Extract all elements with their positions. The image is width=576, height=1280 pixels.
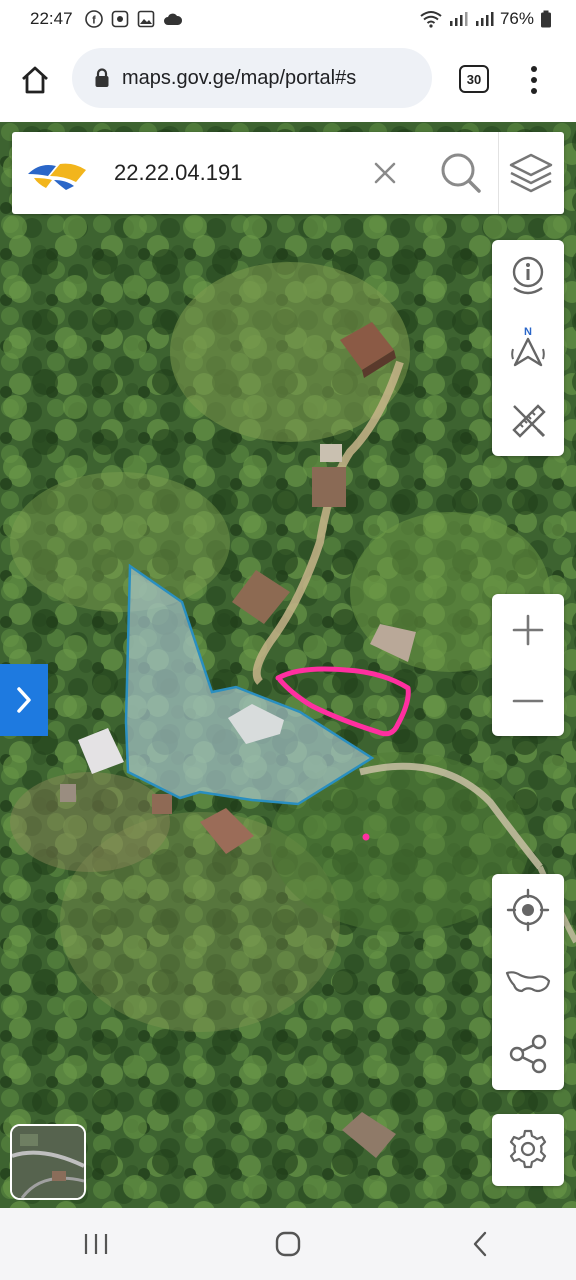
search-bar-divider: [498, 132, 499, 214]
map-canvas[interactable]: [0, 122, 576, 1208]
settings-button[interactable]: [492, 1114, 564, 1186]
locate-me-button[interactable]: [492, 874, 564, 946]
address-bar[interactable]: maps.gov.ge/map/portal#s: [72, 48, 432, 108]
settings-icon: [509, 1129, 547, 1169]
status-bar: 22:47 f 76%: [0, 0, 576, 38]
house-rooftop: [60, 784, 76, 802]
zoom-out-icon: [512, 699, 544, 702]
search-icon: [441, 153, 481, 193]
messenger-icon: [111, 10, 128, 28]
search-input[interactable]: [114, 154, 354, 192]
signal-icon: [449, 12, 468, 26]
share-icon: [509, 1034, 547, 1074]
recent-apps-button[interactable]: [66, 1214, 126, 1274]
pink-dot: [362, 833, 370, 841]
battery-icon: [541, 10, 551, 28]
locate-icon: [506, 888, 550, 932]
basemap-switcher[interactable]: [10, 1124, 86, 1200]
menu-dot: [531, 66, 537, 72]
close-icon: [374, 162, 396, 184]
map-tools-panel: N: [492, 240, 564, 456]
zoom-in-button[interactable]: [492, 594, 564, 665]
country-extent-icon: [505, 971, 551, 993]
gallery-icon: [137, 10, 154, 28]
layers-button[interactable]: [500, 146, 562, 200]
browser-toolbar: maps.gov.ge/map/portal#s 30: [0, 38, 576, 122]
home-nav-icon: [275, 1231, 301, 1257]
share-button[interactable]: [492, 1018, 564, 1090]
recent-apps-icon: [84, 1234, 108, 1254]
identify-button[interactable]: [492, 240, 564, 312]
zoom-out-button[interactable]: [492, 665, 564, 736]
tab-switcher-button[interactable]: 30: [459, 65, 489, 93]
settings-panel: [492, 1114, 564, 1186]
home-button[interactable]: [0, 38, 70, 122]
zoom-controls: [492, 594, 564, 736]
napr-logo: [12, 132, 102, 214]
url-text: maps.gov.ge/map/portal#s: [122, 66, 357, 89]
wifi-icon: [420, 11, 442, 28]
measure-button[interactable]: [492, 384, 564, 456]
system-navigation-bar: [0, 1208, 576, 1280]
notification-icons: f: [84, 10, 183, 28]
battery-level: 76%: [499, 9, 534, 28]
back-button[interactable]: [450, 1214, 510, 1274]
north-button[interactable]: N: [492, 312, 564, 384]
layers-icon: [509, 153, 553, 193]
expand-panel-button[interactable]: [0, 664, 48, 736]
facebook-icon: f: [84, 10, 103, 28]
back-icon: [473, 1231, 487, 1257]
status-time: 22:47: [30, 9, 73, 28]
location-tools-panel: [492, 874, 564, 1090]
signal-icon-2: [475, 12, 494, 26]
svg-text:f: f: [92, 15, 96, 27]
house-rooftop: [152, 794, 172, 814]
menu-dot: [531, 77, 537, 83]
zoom-in-icon: [512, 614, 544, 645]
north-arrow-icon: N: [511, 326, 545, 367]
north-label: N: [524, 326, 532, 338]
measure-icon: [512, 404, 546, 438]
home-nav-button[interactable]: [258, 1214, 318, 1274]
lock-icon: [95, 68, 109, 87]
status-right: 76%: [420, 9, 552, 29]
country-extent-button[interactable]: [492, 946, 564, 1018]
aerial-imagery: [0, 122, 576, 1208]
search-button[interactable]: [436, 148, 486, 198]
search-bar: [12, 132, 564, 214]
home-icon: [22, 66, 48, 94]
chevron-right-icon: [17, 687, 31, 713]
browser-menu-button[interactable]: [520, 62, 548, 98]
basemap-thumbnail: [12, 1126, 84, 1198]
logo-icon: [28, 163, 86, 190]
menu-dot: [531, 88, 537, 94]
info-icon: [512, 256, 544, 295]
phone-screen: 22:47 f 76% maps.gov.ge/map/portal#s 30: [0, 0, 576, 1280]
cloud-icon: [163, 13, 182, 25]
clear-search-button[interactable]: [364, 152, 406, 194]
